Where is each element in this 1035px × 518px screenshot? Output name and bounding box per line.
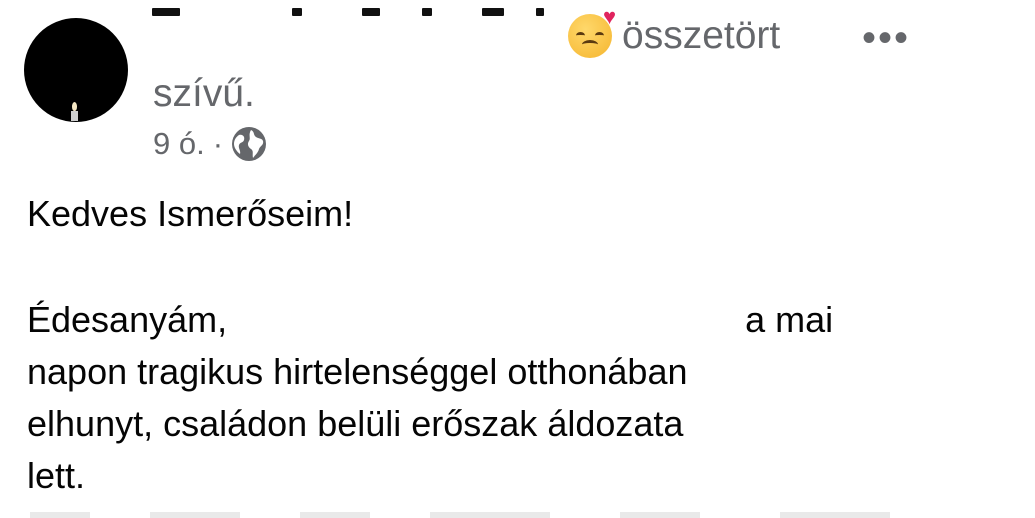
more-options-icon[interactable]: ••• xyxy=(862,18,910,58)
facebook-post: ♥ összetört ••• szívű. 9 ó. · Kedves Ism… xyxy=(0,0,1035,518)
broken-heart-sad-face-icon: ♥ xyxy=(568,6,616,58)
body-line-3: elhunyt, családon belüli erőszak áldozat… xyxy=(27,403,684,444)
post-paragraph: Édesanyám, a mai napon tragikus hirtelen… xyxy=(27,294,1007,502)
candle xyxy=(71,111,78,121)
candle-flame xyxy=(72,102,77,111)
feeling-text: összetört xyxy=(622,14,781,57)
redacted-name xyxy=(237,305,735,339)
cutoff-next-line xyxy=(0,506,1035,518)
globe-icon[interactable] xyxy=(231,126,267,162)
feeling-status: ♥ összetört xyxy=(568,6,781,60)
meta-separator: · xyxy=(212,126,224,161)
body-line-1-end: a mai xyxy=(745,299,834,340)
feeling-text-continued: szívű. xyxy=(153,72,255,115)
post-timestamp[interactable]: 9 ó. xyxy=(153,124,205,164)
body-line-4: lett. xyxy=(27,455,86,496)
body-line-1-start: Édesanyám, xyxy=(27,299,228,340)
post-body: Kedves Ismerőseim! Édesanyám, a mai napo… xyxy=(27,188,1007,502)
body-line-2: napon tragikus hirtelenséggel otthonában xyxy=(27,351,688,392)
post-greeting: Kedves Ismerőseim! xyxy=(27,193,354,234)
post-meta: 9 ó. · xyxy=(153,124,267,164)
author-name-redacted[interactable] xyxy=(152,8,552,22)
avatar[interactable] xyxy=(24,18,128,122)
